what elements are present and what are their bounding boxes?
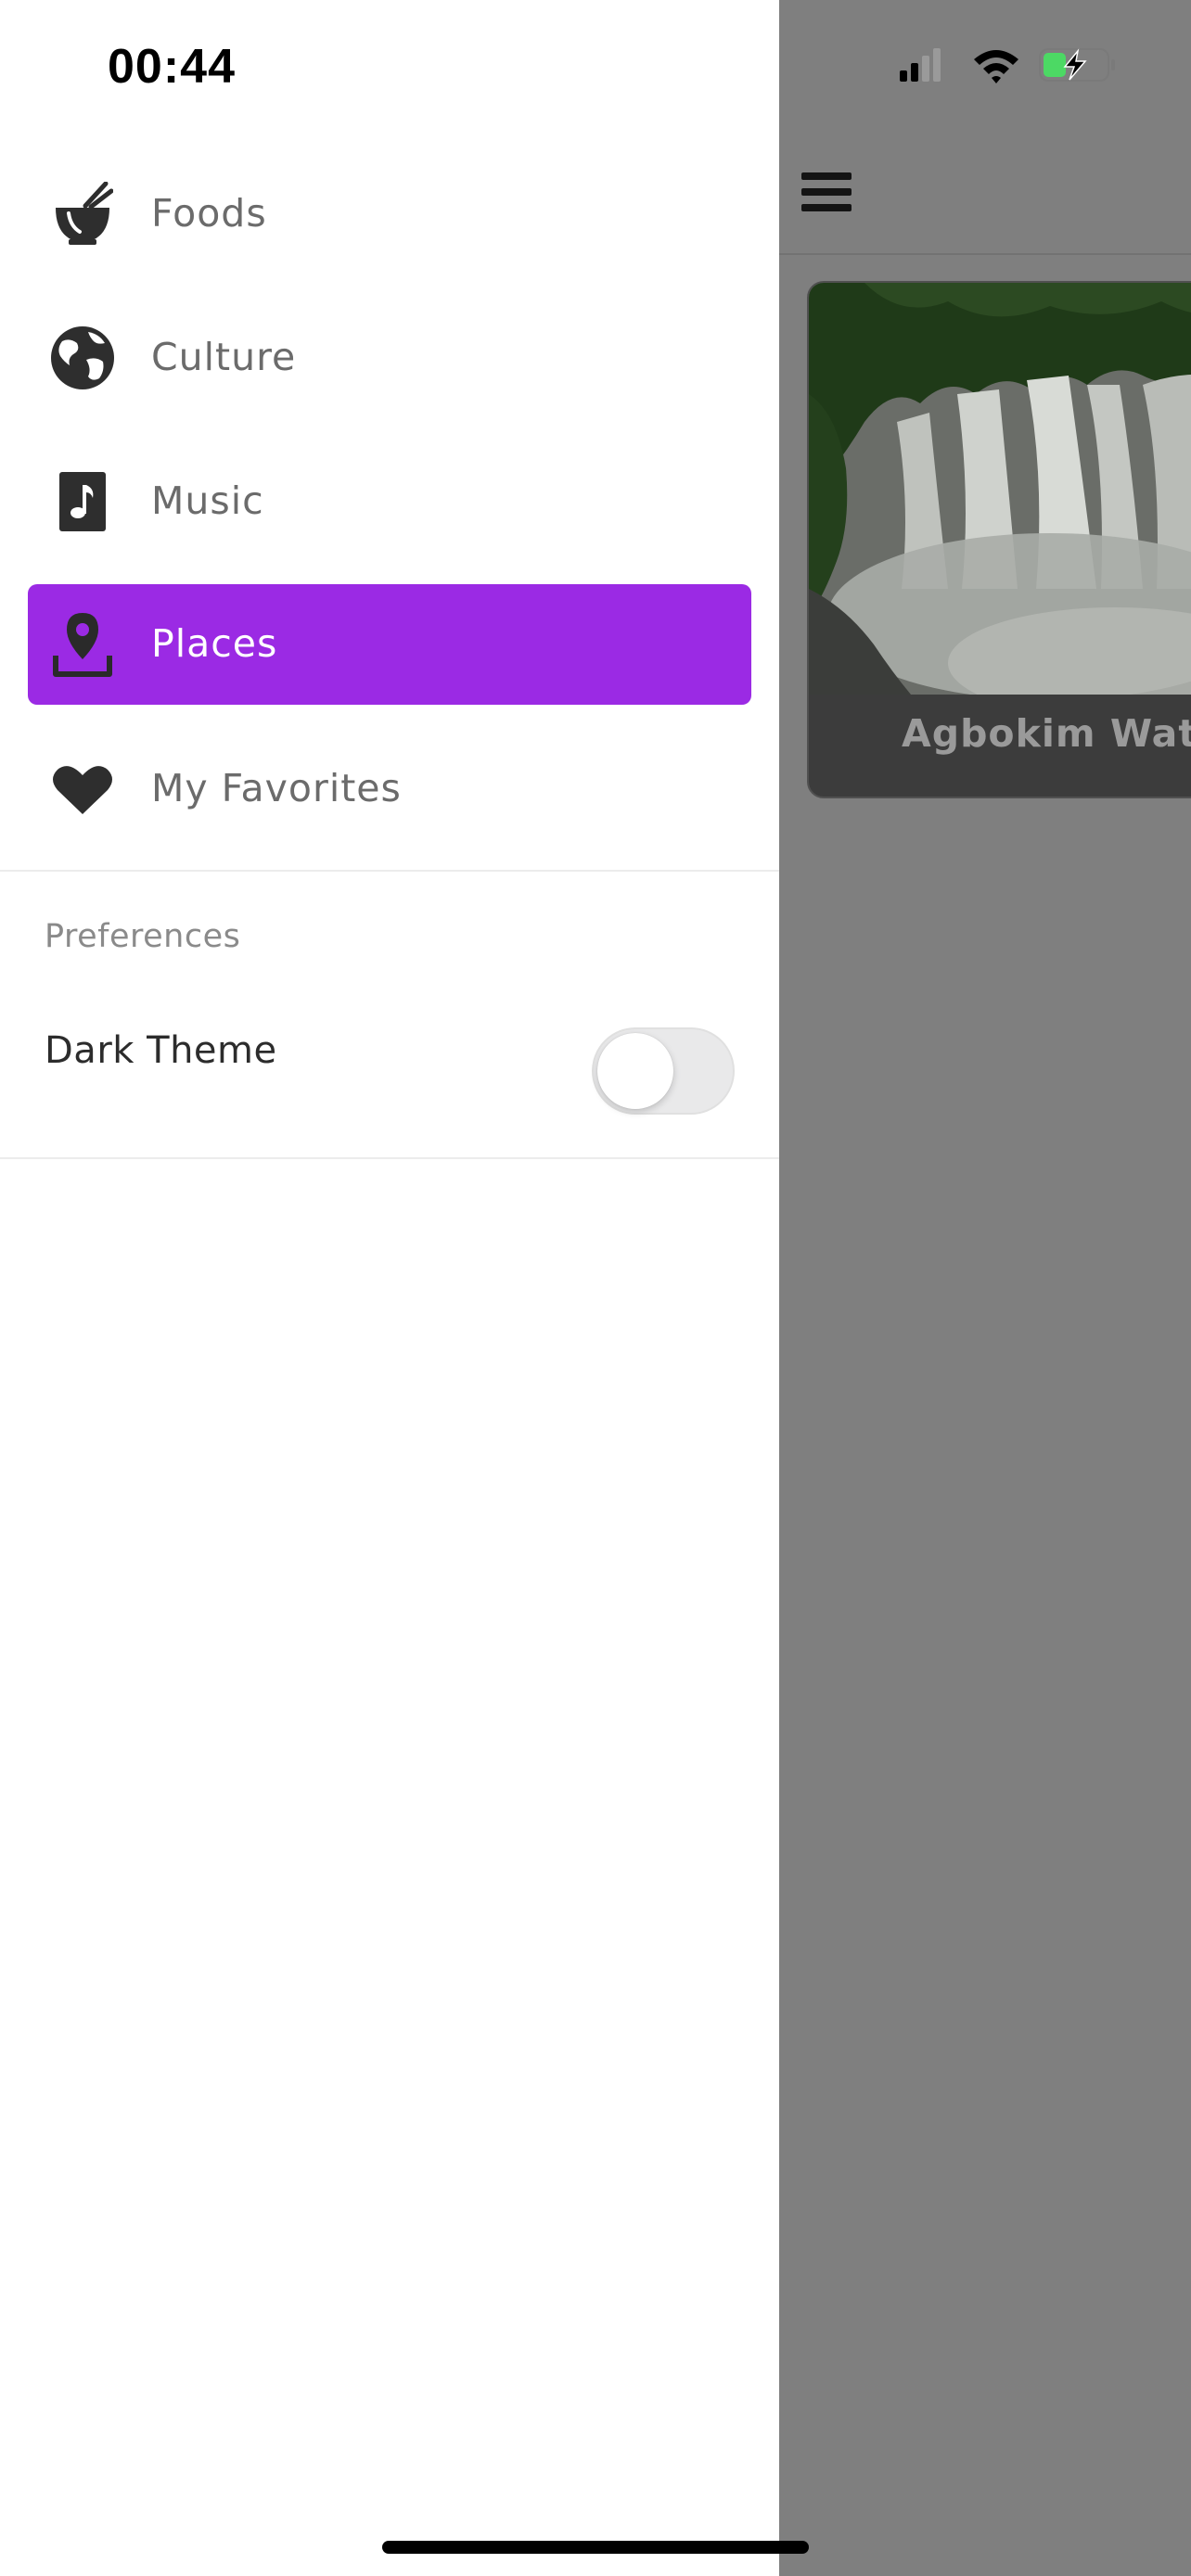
drawer-item-music[interactable]: Music <box>28 441 751 562</box>
drawer-divider <box>0 1157 779 1159</box>
drawer-item-culture[interactable]: Culture <box>28 298 751 418</box>
drawer-divider <box>0 870 779 872</box>
music-note-icon <box>48 467 117 536</box>
header-divider <box>779 253 1191 255</box>
drawer-item-label: Places <box>151 621 278 667</box>
drawer-item-label: Music <box>151 478 264 524</box>
preferences-heading: Preferences <box>45 918 241 955</box>
heart-icon <box>48 755 117 823</box>
drawer-item-foods[interactable]: Foods <box>28 154 751 274</box>
status-time: 00:44 <box>108 40 236 94</box>
wifi-icon <box>974 50 1018 83</box>
drawer-item-label: My Favorites <box>151 766 402 811</box>
drawer-item-label: Culture <box>151 335 297 380</box>
dark-theme-label: Dark Theme <box>45 1029 277 1072</box>
hamburger-menu-icon[interactable] <box>801 172 852 211</box>
signal-icon <box>900 48 941 82</box>
dark-theme-toggle[interactable] <box>592 1027 735 1115</box>
map-pin-icon <box>48 610 117 679</box>
status-icons <box>900 45 1122 91</box>
navigation-drawer: 00:44 Foods Culture Music Places My Favo… <box>0 0 779 2576</box>
battery-charging-icon <box>1039 48 1115 82</box>
globe-icon <box>48 324 117 392</box>
place-card-title: Agbokim Wate <box>902 711 1191 756</box>
toggle-knob <box>597 1033 673 1109</box>
drawer-item-label: Foods <box>151 191 267 236</box>
home-indicator <box>382 2541 809 2554</box>
place-card[interactable]: Agbokim Wate <box>807 281 1191 798</box>
waterfall-photo <box>809 283 1191 719</box>
drawer-item-my-favorites[interactable]: My Favorites <box>28 729 751 849</box>
food-bowl-icon <box>48 180 117 249</box>
drawer-item-places[interactable]: Places <box>28 584 751 705</box>
